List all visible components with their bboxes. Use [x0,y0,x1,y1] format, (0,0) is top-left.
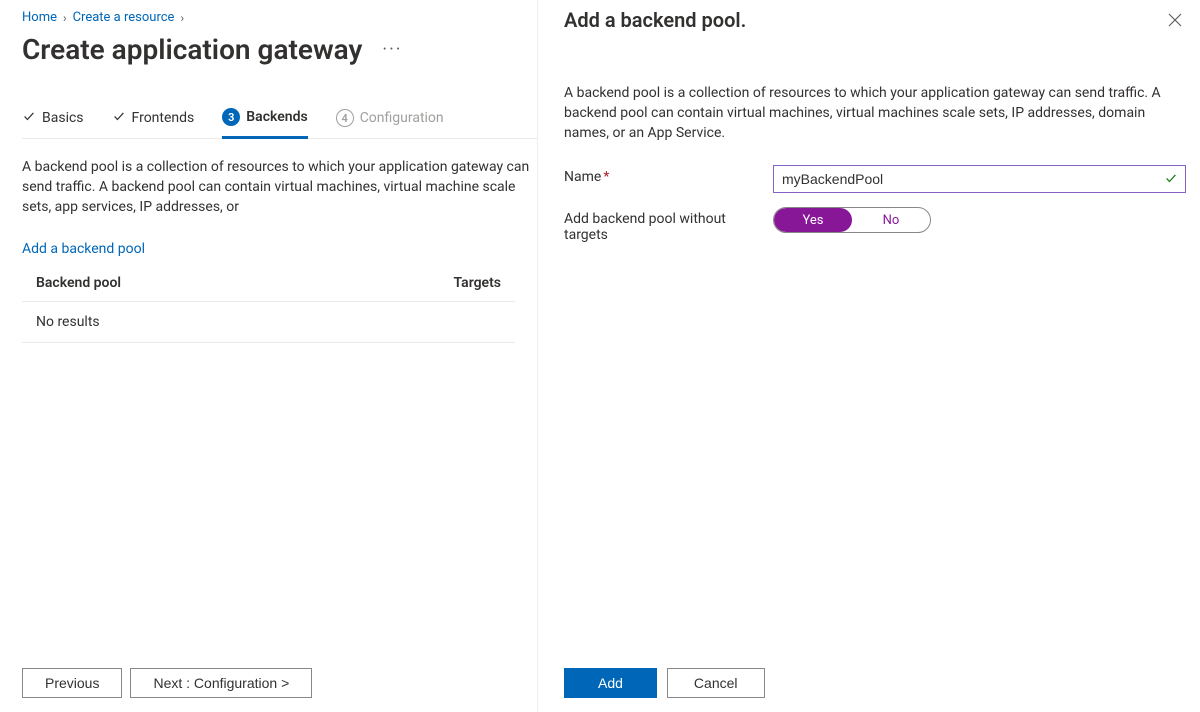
breadcrumb-create-resource[interactable]: Create a resource [73,10,175,25]
toggle-option-yes[interactable]: Yes [774,208,852,232]
step-frontends[interactable]: Frontends [112,109,195,137]
no-targets-label: Add backend pool without targets [564,207,769,243]
add-backend-pool-panel: Add a backend pool. A backend pool is a … [537,0,1200,712]
main-content: Home › Create a resource › Create applic… [0,0,537,712]
no-targets-toggle[interactable]: Yes No [773,207,931,233]
step-number-icon: 4 [336,109,354,127]
step-label: Backends [246,109,307,125]
step-backends[interactable]: 3 Backends [222,108,307,139]
name-label: Name* [564,165,769,185]
page-title: Create application gateway [22,33,362,66]
next-button[interactable]: Next : Configuration > [130,668,312,698]
more-actions-button[interactable]: ··· [382,39,402,60]
step-label: Basics [42,110,84,126]
check-icon [112,109,126,127]
breadcrumb: Home › Create a resource › [22,10,537,25]
backend-pool-form: Name* Add backend pool without targets Y… [564,165,1186,243]
breadcrumb-home[interactable]: Home [22,10,57,25]
add-backend-pool-link[interactable]: Add a backend pool [22,241,537,257]
check-icon [1164,171,1178,189]
name-input[interactable] [773,165,1186,193]
column-header-pool[interactable]: Backend pool [22,265,319,302]
check-icon [22,109,36,127]
chevron-right-icon: › [63,11,67,25]
chevron-right-icon: › [180,11,184,25]
table-row: No results [22,302,515,343]
step-label: Configuration [360,110,444,126]
backend-pool-table: Backend pool Targets No results [22,265,515,343]
wizard-stepper: Basics Frontends 3 Backends 4 Configurat… [22,108,537,138]
panel-footer: Add Cancel [564,668,765,698]
step-number-icon: 3 [222,108,240,126]
wizard-footer: Previous Next : Configuration > [22,668,312,698]
step-label: Frontends [132,110,195,126]
cancel-button[interactable]: Cancel [667,668,765,698]
column-header-targets[interactable]: Targets [319,265,515,302]
step-basics[interactable]: Basics [22,109,84,137]
add-button[interactable]: Add [564,668,657,698]
toggle-option-no[interactable]: No [852,208,930,232]
step-configuration: 4 Configuration [336,109,444,137]
close-icon[interactable] [1164,8,1186,35]
backends-description: A backend pool is a collection of resour… [22,157,537,217]
panel-description: A backend pool is a collection of resour… [564,83,1186,143]
panel-title: Add a backend pool. [564,8,746,32]
no-results-cell: No results [22,302,515,343]
previous-button[interactable]: Previous [22,668,122,698]
